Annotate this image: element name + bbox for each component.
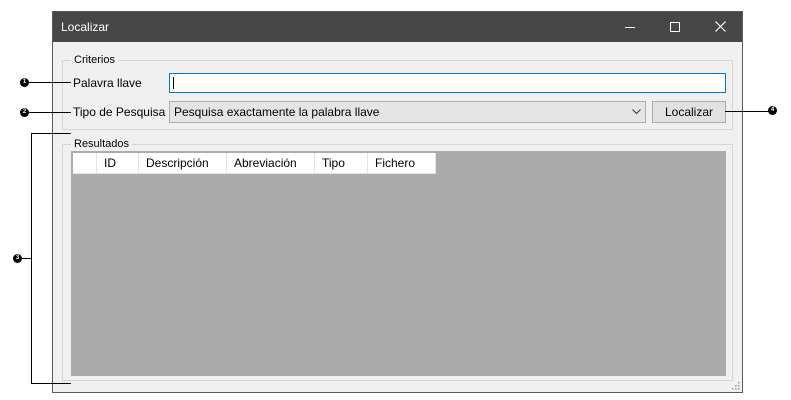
callout-2: 2 [20, 108, 29, 117]
text-caret [173, 77, 174, 89]
title-bar[interactable]: Localizar [53, 12, 742, 42]
criteria-group-label: Criterios [71, 53, 118, 67]
callout-3-bracket-bottom [31, 383, 71, 384]
resize-grip-icon[interactable] [732, 382, 740, 390]
search-button[interactable]: Localizar [652, 101, 726, 123]
results-grid[interactable]: ID Descripción Abreviación Tipo Fichero [71, 151, 726, 376]
maximize-button[interactable] [652, 12, 698, 42]
column-header-abreviacion[interactable]: Abreviación [227, 153, 315, 173]
chevron-down-icon [632, 109, 641, 115]
callout-4-line [725, 111, 769, 112]
callout-4: 4 [768, 106, 777, 115]
column-header-tipo[interactable]: Tipo [315, 153, 368, 173]
grid-header-row: ID Descripción Abreviación Tipo Fichero [73, 153, 436, 174]
search-type-label: Tipo de Pesquisa [73, 105, 166, 119]
callout-3-line [22, 258, 31, 259]
find-dialog: Localizar Criterios Palavra llave Tipo d… [52, 11, 743, 393]
callout-3-bracket-top [31, 133, 71, 134]
callout-2-line [29, 112, 71, 113]
callout-1: 1 [20, 78, 29, 87]
results-group-label: Resultados [71, 137, 133, 151]
keyword-label: Palavra llave [73, 76, 142, 90]
column-header-descripcion[interactable]: Descripción [139, 153, 227, 173]
callout-3-bracket [31, 133, 32, 383]
search-type-selected: Pesquisa exactamente la palabra llave [174, 105, 380, 119]
window-title: Localizar [61, 20, 110, 34]
maximize-icon [670, 22, 680, 32]
callout-1-line [29, 82, 71, 83]
close-button[interactable] [698, 12, 744, 42]
callout-3: 3 [13, 254, 22, 263]
search-type-select[interactable]: Pesquisa exactamente la palabra llave [169, 101, 646, 123]
column-header-fichero[interactable]: Fichero [368, 153, 436, 173]
column-header-id[interactable]: ID [97, 153, 139, 173]
keyword-input[interactable] [169, 73, 726, 93]
minimize-button[interactable] [607, 12, 653, 42]
close-icon [715, 21, 726, 32]
minimize-icon [625, 27, 635, 28]
grid-row-header-corner[interactable] [73, 153, 97, 173]
